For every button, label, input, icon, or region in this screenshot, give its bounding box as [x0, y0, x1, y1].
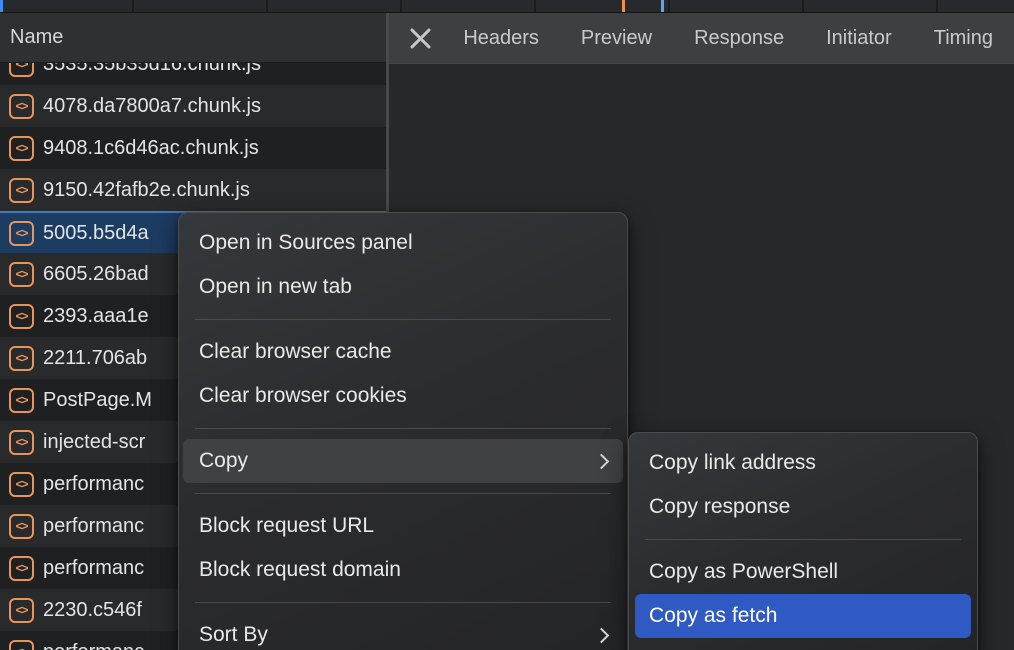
name-column-header[interactable]: Name: [0, 13, 386, 63]
menu-item-label: Copy as PowerShell: [649, 560, 838, 584]
load-marker: [661, 0, 664, 12]
script-file-icon: <>: [9, 388, 34, 413]
menu-item-label: Block request URL: [199, 514, 374, 538]
menu-separator: [645, 539, 961, 540]
name-column-header-label: Name: [10, 26, 63, 49]
script-file-icon: <>: [9, 63, 34, 77]
tab-headers[interactable]: Headers: [442, 13, 560, 64]
request-name-label: 9408.1c6d46ac.chunk.js: [43, 137, 259, 160]
menu-item-copy-link-address[interactable]: Copy link address: [629, 441, 977, 485]
menu-item-block-request-url[interactable]: Block request URL: [179, 504, 627, 548]
menu-item-clear-browser-cache[interactable]: Clear browser cache: [179, 330, 627, 374]
script-file-icon: <>: [9, 472, 34, 497]
script-file-icon: <>: [9, 514, 34, 539]
chevron-right-icon: [594, 453, 610, 469]
menu-item-clear-browser-cookies[interactable]: Clear browser cookies: [179, 374, 627, 418]
menu-item-copy-as-powershell[interactable]: Copy as PowerShell: [629, 550, 977, 594]
devtools-network-panel: Name <> 3535.35b35d16.chunk.js <> 4078.da78…: [0, 0, 1014, 650]
dcl-marker: [622, 0, 625, 12]
chevron-right-icon: [594, 627, 610, 643]
menu-separator: [195, 319, 611, 320]
menu-item-label: Copy link address: [649, 451, 816, 475]
script-file-icon: <>: [9, 304, 34, 329]
request-name-label: 2230.c546f: [43, 599, 142, 622]
script-file-icon: <>: [9, 136, 34, 161]
menu-item-label: Open in Sources panel: [199, 231, 413, 255]
table-row[interactable]: <> 3535.35b35d16.chunk.js: [0, 63, 386, 85]
request-name-label: 2211.706ab: [43, 347, 147, 370]
load-marker-left: [0, 0, 3, 12]
script-file-icon: <>: [9, 178, 34, 203]
menu-item-label: Open in new tab: [199, 275, 352, 299]
menu-item-label: Sort By: [199, 623, 268, 647]
tab-preview[interactable]: Preview: [560, 13, 673, 64]
script-file-icon: <>: [9, 262, 34, 287]
menu-item-open-in-new-tab[interactable]: Open in new tab: [179, 265, 627, 309]
table-row[interactable]: <> 9408.1c6d46ac.chunk.js: [0, 127, 386, 169]
menu-item-label: Clear browser cookies: [199, 384, 407, 408]
request-name-label: performanc: [43, 473, 144, 496]
menu-item-label: Copy as fetch: [649, 604, 777, 628]
menu-item-label: Block request domain: [199, 558, 401, 582]
request-name-label: 6605.26bad: [43, 263, 149, 286]
menu-item-open-in-sources-panel[interactable]: Open in Sources panel: [179, 221, 627, 265]
request-name-label: 3535.35b35d16.chunk.js: [43, 63, 261, 76]
script-file-icon: <>: [9, 556, 34, 581]
context-menu: Open in Sources panel Open in new tab Clea…: [178, 212, 628, 650]
table-row[interactable]: <> 4078.da7800a7.chunk.js: [0, 85, 386, 127]
menu-separator: [195, 428, 611, 429]
script-file-icon: <>: [9, 598, 34, 623]
menu-item-copy-as-fetch[interactable]: Copy as fetch: [635, 594, 971, 638]
menu-item-label: Copy: [199, 449, 248, 473]
request-name-label: 2393.aaa1e: [43, 305, 149, 328]
menu-item-copy-response[interactable]: Copy response: [629, 485, 977, 529]
script-file-icon: <>: [9, 346, 34, 371]
tab-response[interactable]: Response: [673, 13, 805, 64]
table-row[interactable]: <> 9150.42fafb2e.chunk.js: [0, 169, 386, 211]
request-name-label: performanc: [43, 641, 144, 650]
detail-tab-bar: HeadersPreviewResponseInitiatorTiming: [389, 13, 1014, 64]
menu-item-label: Clear browser cache: [199, 340, 392, 364]
copy-submenu: Copy link address Copy response Copy as Po…: [628, 432, 978, 650]
request-name-label: 4078.da7800a7.chunk.js: [43, 95, 261, 118]
tab-initiator[interactable]: Initiator: [805, 13, 913, 64]
menu-separator: [195, 602, 611, 603]
network-overview-timeline[interactable]: [0, 0, 1014, 13]
menu-item-label: Copy response: [649, 495, 790, 519]
request-name-label: performanc: [43, 515, 144, 538]
tab-timing[interactable]: Timing: [913, 13, 1014, 64]
script-file-icon: <>: [9, 640, 34, 650]
script-file-icon: <>: [9, 94, 34, 119]
menu-separator: [195, 493, 611, 494]
request-name-label: injected-scr: [43, 431, 145, 454]
script-file-icon: <>: [9, 430, 34, 455]
request-name-label: performanc: [43, 557, 144, 580]
menu-item-copy[interactable]: Copy: [183, 439, 623, 483]
menu-item-block-request-domain[interactable]: Block request domain: [179, 548, 627, 592]
request-name-label: PostPage.M: [43, 389, 152, 412]
close-icon[interactable]: [407, 25, 430, 52]
request-name-label: 5005.b5d4a: [43, 222, 149, 245]
request-name-label: 9150.42fafb2e.chunk.js: [43, 179, 250, 202]
menu-item-sort-by[interactable]: Sort By: [179, 613, 627, 650]
script-file-icon: <>: [9, 221, 34, 246]
detail-tabs: HeadersPreviewResponseInitiatorTiming: [442, 13, 1014, 64]
